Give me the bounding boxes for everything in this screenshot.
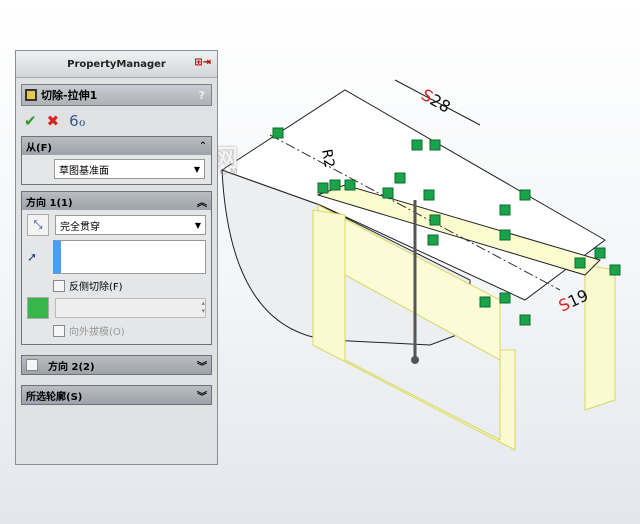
pm-header-label: PropertyManager [67,58,166,70]
cancel-button[interactable]: ✖ [47,112,60,130]
flip-side-label: 反侧切除(F) [69,282,123,293]
expand-icon[interactable]: ︾ [197,358,207,373]
selected-contours-group[interactable]: 所选轮廓(S) ︾ [21,385,212,405]
direction1-group: 方向 1(1) ︽ ⤡ 完全贯穿 ▼ ➚ 反侧切除(F) ▴ ▾ 向外拔模(O) [21,191,212,345]
end-condition-select[interactable]: 完全贯穿 ▼ [55,215,206,235]
collapse-icon[interactable]: ⌃ [199,141,207,152]
dim-r2[interactable]: R2 [318,148,337,169]
feature-title-bar: 切除-拉伸1? [21,84,212,106]
draft-toggle-button[interactable] [27,297,49,319]
expand-icon[interactable]: ︾ [197,388,207,403]
property-manager: PropertyManager ⊞⇥ 切除-拉伸1? ✔ ✖ 6ℴ 从(F) ⌃ 草图基… [15,50,218,465]
leg-right [584,264,616,411]
direction2-label: 方向 2(2) [48,361,95,373]
from-select[interactable]: 草图基准面 ▼ [54,159,205,179]
draft-outward-label: 向外拔模(O) [69,327,125,338]
flip-side-checkbox[interactable] [53,279,65,292]
direction-vector-field[interactable] [53,240,206,274]
reverse-direction-button[interactable]: ⤡ [27,214,49,236]
selected-contours-label: 所选轮廓(S) [26,391,83,403]
pin-icon[interactable]: ⊞⇥ [194,57,211,68]
help-button[interactable]: ? [199,89,205,102]
feature-title: 切除-拉伸1 [41,89,98,102]
direction-arrow-icon: ➚ [27,250,38,264]
ok-button[interactable]: ✔ [24,112,37,130]
collapse-icon[interactable]: ︽ [197,194,207,209]
direction2-checkbox[interactable] [26,359,38,371]
draft-angle-field[interactable]: ▴ ▾ [55,298,206,318]
direction1-label: 方向 1(1) [26,197,73,209]
from-group: 从(F) ⌃ 草图基准面 ▼ [21,136,212,185]
from-label: 从(F) [26,142,52,154]
cut-extrude-icon [25,89,37,101]
direction2-group[interactable]: 方向 2(2) ︾ [21,355,212,375]
pm-header: PropertyManager ⊞⇥ [16,51,217,78]
dim-28[interactable]: S28 [418,85,454,117]
draft-outward-checkbox[interactable] [53,324,65,337]
preview-glasses-icon[interactable]: 6ℴ [69,112,85,130]
